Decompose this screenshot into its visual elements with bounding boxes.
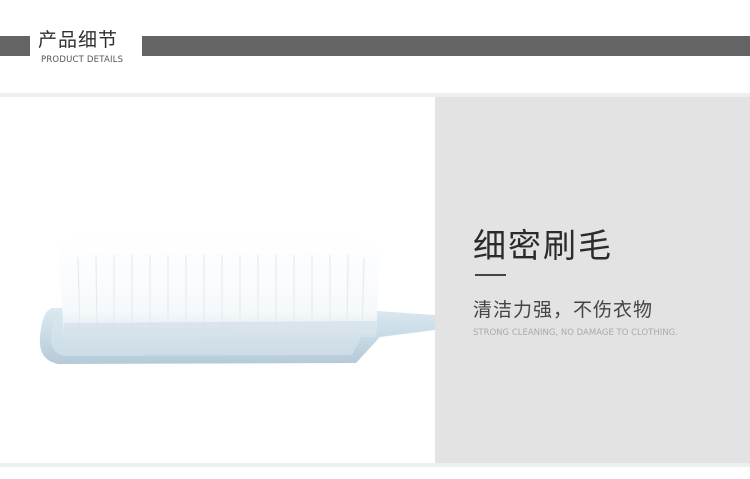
header-bar-left [0,36,30,56]
feature-divider [475,274,506,276]
feature-description-en: STRONG CLEANING, NO DAMAGE TO CLOTHING. [473,328,678,338]
section-subtitle: PRODUCT DETAILS [41,55,124,65]
brush-illustration [39,233,435,364]
bristles [58,233,380,339]
feature-info: 细密刷毛 清洁力强，不伤衣物 STRONG CLEANING, NO DAMAG… [435,97,750,463]
section-title: 产品细节 [38,29,119,51]
feature-title: 细密刷毛 [473,226,613,265]
header-bar-right [142,36,750,56]
feature-description: 清洁力强，不伤衣物 [473,299,654,321]
brush-photo [0,97,435,463]
